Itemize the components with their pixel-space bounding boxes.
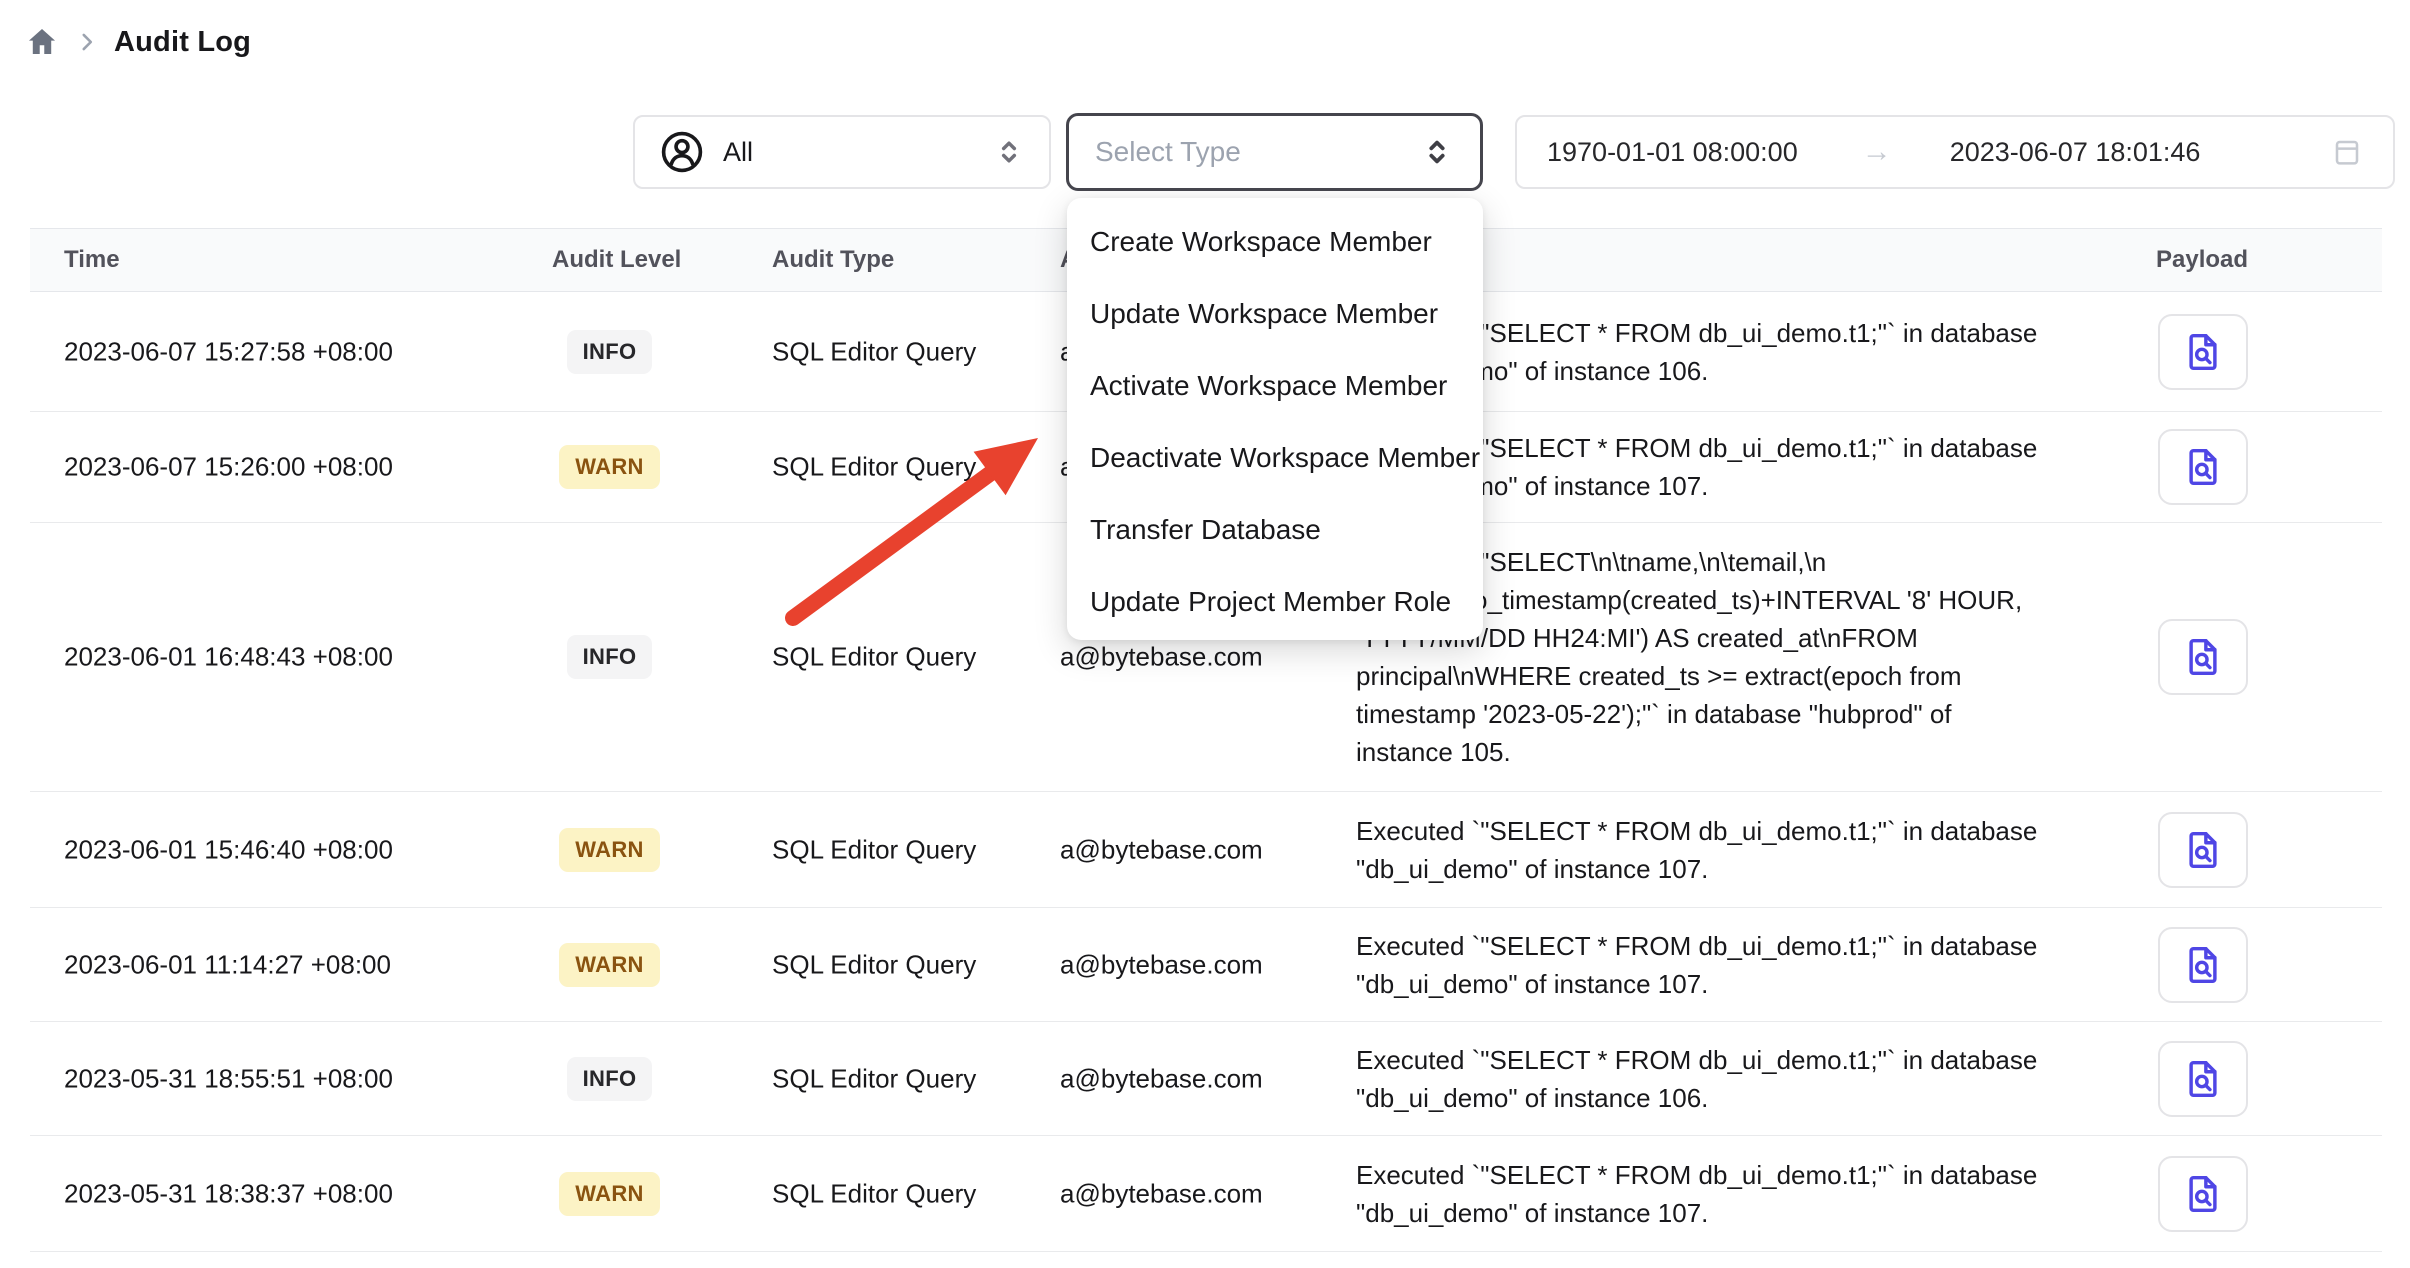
payload-view-button[interactable]: [2158, 1156, 2248, 1232]
audit-level-badge: WARN: [559, 1172, 659, 1216]
file-search-icon: [2180, 1171, 2226, 1217]
time-cell: 2023-06-01 15:46:40 +08:00: [64, 834, 393, 865]
payload-view-button[interactable]: [2158, 927, 2248, 1003]
payload-cell: [2158, 619, 2248, 695]
payload-view-button[interactable]: [2158, 619, 2248, 695]
time-cell: 2023-06-07 15:26:00 +08:00: [64, 452, 393, 483]
calendar-icon: [2331, 135, 2363, 169]
audit-level-cell: WARN: [552, 1172, 667, 1216]
type-filter-dropdown: Create Workspace Member Update Workspace…: [1067, 198, 1483, 640]
audit-level-badge: INFO: [567, 635, 653, 679]
file-search-icon: [2180, 942, 2226, 988]
dropdown-option-transfer-database[interactable]: Transfer Database: [1067, 494, 1483, 566]
audit-level-cell: INFO: [552, 330, 667, 374]
comment-cell: Executed `"SELECT * FROM db_ui_demo.t1;"…: [1356, 812, 2126, 888]
audit-level-badge: INFO: [567, 1057, 653, 1101]
audit-type-cell: SQL Editor Query: [772, 336, 976, 367]
chevron-right-icon: [74, 29, 100, 55]
range-arrow-icon: →: [1862, 135, 1892, 169]
audit-level-badge: WARN: [559, 445, 659, 489]
dropdown-option-create-workspace-member[interactable]: Create Workspace Member: [1067, 206, 1483, 278]
type-filter-select[interactable]: Select Type: [1066, 113, 1483, 191]
file-search-icon: [2180, 827, 2226, 873]
date-range-end[interactable]: 2023-06-07 18:01:46: [1950, 137, 2201, 168]
actor-cell: a@bytebase.com: [1060, 1178, 1263, 1209]
date-range-picker[interactable]: 1970-01-01 08:00:00 → 2023-06-07 18:01:4…: [1515, 115, 2395, 189]
time-cell: 2023-05-31 18:55:51 +08:00: [64, 1063, 393, 1094]
payload-view-button[interactable]: [2158, 1041, 2248, 1117]
comment-cell: Executed `"SELECT * FROM db_ui_demo.t1;"…: [1356, 927, 2126, 1003]
payload-cell: [2158, 927, 2248, 1003]
table-row: 2023-06-01 11:14:27 +08:00 WARN SQL Edit…: [30, 908, 2382, 1022]
column-header-audit-level: Audit Level: [552, 246, 681, 274]
table-row: 2023-05-31 18:55:51 +08:00 INFO SQL Edit…: [30, 1022, 2382, 1136]
payload-view-button[interactable]: [2158, 429, 2248, 505]
payload-cell: [2158, 1156, 2248, 1232]
audit-level-badge: INFO: [567, 330, 653, 374]
payload-cell: [2158, 1041, 2248, 1117]
dropdown-option-update-workspace-member[interactable]: Update Workspace Member: [1067, 278, 1483, 350]
audit-level-cell: WARN: [552, 943, 667, 987]
actor-filter-select[interactable]: All: [633, 115, 1051, 189]
audit-type-cell: SQL Editor Query: [772, 642, 976, 673]
payload-view-button[interactable]: [2158, 314, 2248, 390]
table-row: 2023-05-31 18:38:37 +08:00 WARN SQL Edit…: [30, 1136, 2382, 1252]
file-search-icon: [2180, 1056, 2226, 1102]
audit-level-badge: WARN: [559, 943, 659, 987]
type-filter-placeholder: Select Type: [1095, 136, 1420, 168]
file-search-icon: [2180, 329, 2226, 375]
audit-log-page: Audit Log All Select Type 1970-01-01 08:…: [0, 0, 2410, 1268]
audit-type-cell: SQL Editor Query: [772, 452, 976, 483]
comment-cell: Executed `"SELECT * FROM db_ui_demo.t1;"…: [1356, 1041, 2126, 1117]
chevron-up-down-icon: [1420, 135, 1454, 169]
home-icon[interactable]: [24, 24, 60, 60]
date-range-start[interactable]: 1970-01-01 08:00:00: [1547, 137, 1798, 168]
file-search-icon: [2180, 444, 2226, 490]
column-header-time: Time: [64, 246, 120, 274]
column-header-audit-type: Audit Type: [772, 246, 894, 274]
audit-level-cell: WARN: [552, 828, 667, 872]
audit-type-cell: SQL Editor Query: [772, 834, 976, 865]
page-title: Audit Log: [114, 26, 251, 59]
actor-cell: a@bytebase.com: [1060, 642, 1263, 673]
time-cell: 2023-06-01 11:14:27 +08:00: [64, 949, 391, 980]
audit-type-cell: SQL Editor Query: [772, 1063, 976, 1094]
audit-level-badge: WARN: [559, 828, 659, 872]
user-circle-icon: [659, 129, 705, 175]
comment-cell: Executed `"SELECT * FROM db_ui_demo.t1;"…: [1356, 1156, 2126, 1232]
actor-cell: a@bytebase.com: [1060, 834, 1263, 865]
audit-level-cell: INFO: [552, 635, 667, 679]
payload-cell: [2158, 314, 2248, 390]
actor-filter-value: All: [723, 137, 993, 168]
time-cell: 2023-06-01 16:48:43 +08:00: [64, 642, 393, 673]
table-row: 2023-06-01 15:46:40 +08:00 WARN SQL Edit…: [30, 792, 2382, 908]
actor-cell: a@bytebase.com: [1060, 1063, 1263, 1094]
payload-view-button[interactable]: [2158, 812, 2248, 888]
dropdown-option-deactivate-workspace-member[interactable]: Deactivate Workspace Member: [1067, 422, 1483, 494]
chevron-up-down-icon: [993, 136, 1025, 168]
audit-level-cell: WARN: [552, 445, 667, 489]
column-header-payload: Payload: [2156, 246, 2248, 274]
payload-cell: [2158, 429, 2248, 505]
actor-cell: a@bytebase.com: [1060, 949, 1263, 980]
audit-level-cell: INFO: [552, 1057, 667, 1101]
payload-cell: [2158, 812, 2248, 888]
dropdown-option-update-project-member-role[interactable]: Update Project Member Role: [1067, 566, 1483, 638]
audit-type-cell: SQL Editor Query: [772, 949, 976, 980]
time-cell: 2023-06-07 15:27:58 +08:00: [64, 336, 393, 367]
file-search-icon: [2180, 634, 2226, 680]
breadcrumb: Audit Log: [24, 24, 251, 60]
dropdown-option-activate-workspace-member[interactable]: Activate Workspace Member: [1067, 350, 1483, 422]
time-cell: 2023-05-31 18:38:37 +08:00: [64, 1178, 393, 1209]
audit-type-cell: SQL Editor Query: [772, 1178, 976, 1209]
